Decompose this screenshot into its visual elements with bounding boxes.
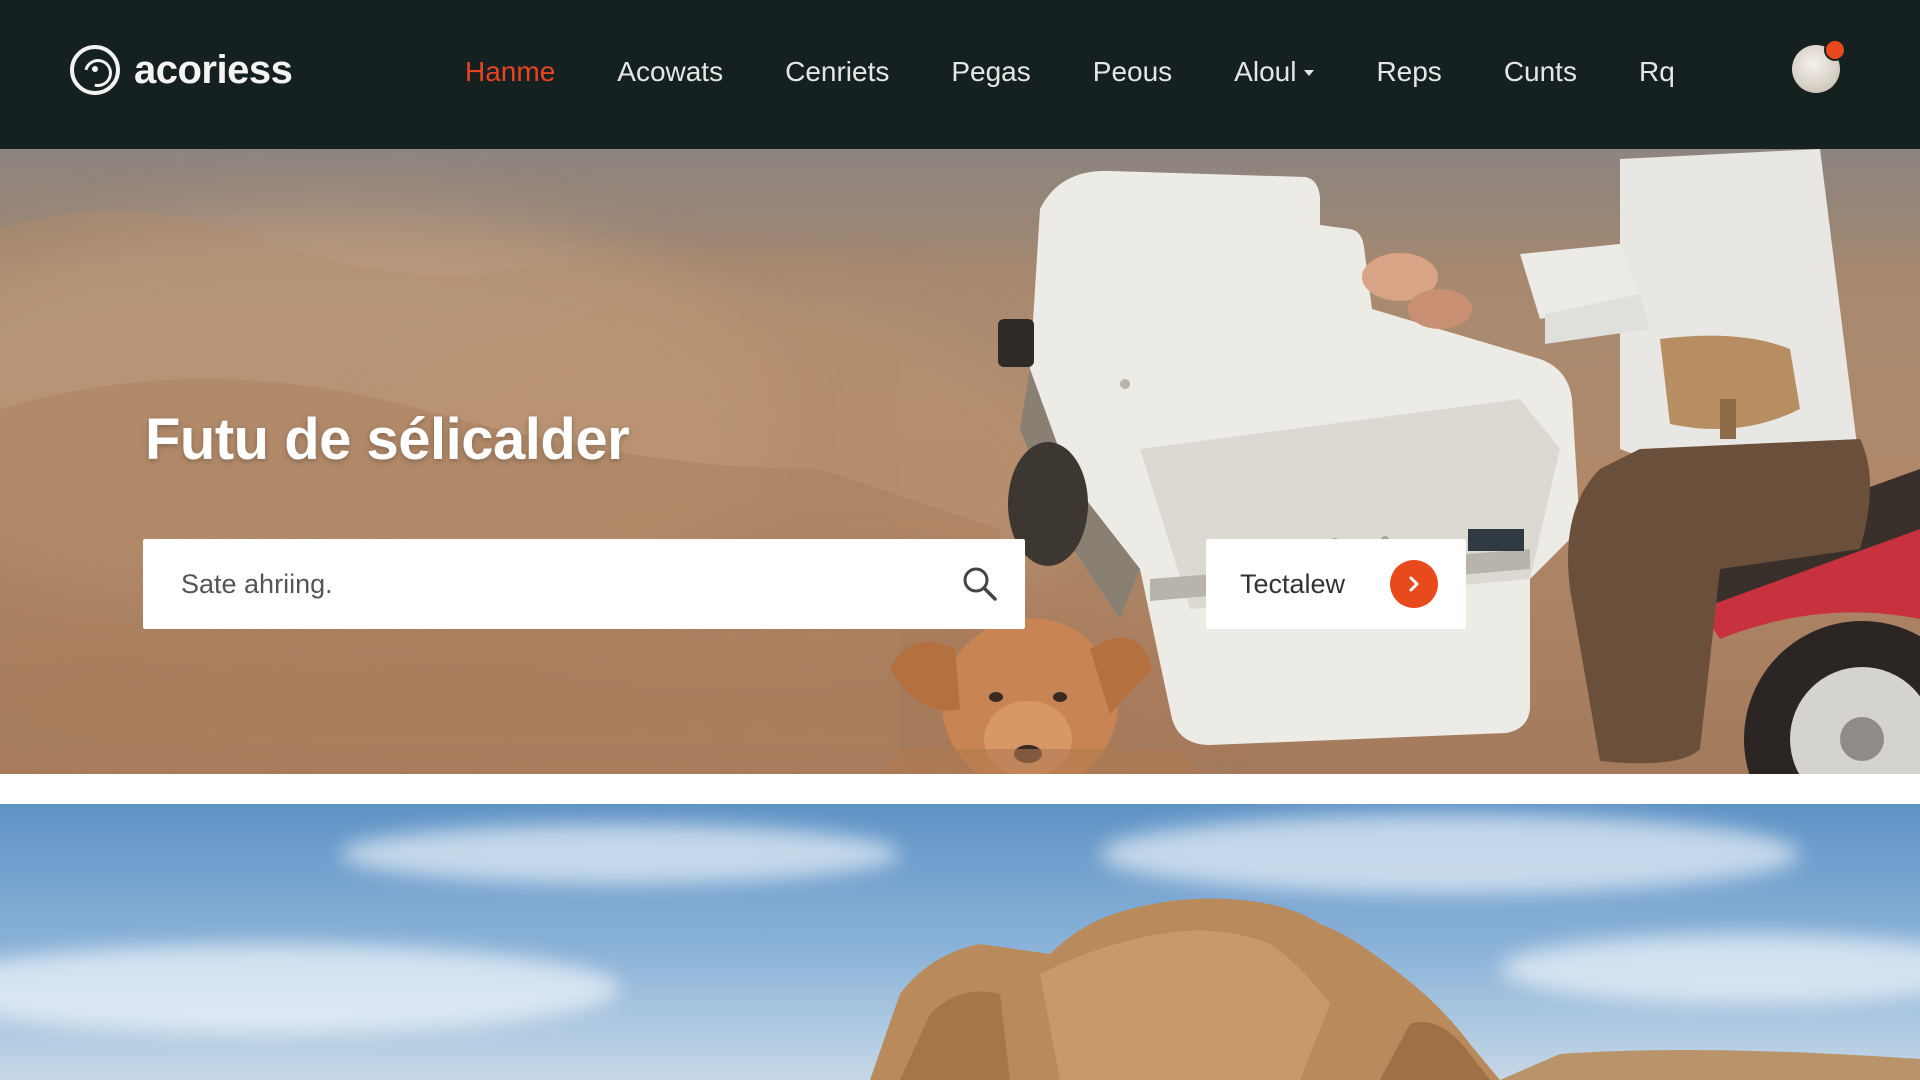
chevron-right-icon [1390,560,1438,608]
nav-item-posts[interactable]: Peous [1093,56,1172,88]
section-divider [0,774,1920,804]
notification-dot-icon [1824,39,1846,61]
chevron-down-icon [1304,70,1315,76]
hero-banner: Futu de sélicalder Tectalew [0,149,1920,774]
top-navbar: acoriess Hanme Acowats Cenriets Pegas Pe… [0,0,1920,149]
circle-logo-icon [70,45,120,95]
cta-label: Tectalew [1240,568,1346,599]
main-nav: Hanme Acowats Cenriets Pegas Peous Aloul… [465,44,1675,100]
hero-title: Futu de sélicalder [145,407,630,472]
cta-button[interactable]: Tectalew [1206,539,1466,629]
nav-item-home[interactable]: Hanme [465,56,555,88]
brand-home-link[interactable]: acoriess [70,42,293,98]
search-input[interactable] [143,539,935,629]
nav-item-contents[interactable]: Cenriets [785,56,889,88]
nav-item-rq[interactable]: Rq [1639,56,1675,88]
user-menu-button[interactable] [1792,39,1846,97]
search-icon[interactable] [935,539,1025,629]
brand-name: acoriess [134,47,293,92]
rock-formation-image [870,898,1920,1080]
nav-item-counts[interactable]: Cunts [1504,56,1577,88]
search-bar [143,539,1025,629]
nav-item-accounts[interactable]: Acowats [617,56,723,88]
nav-item-reps[interactable]: Reps [1376,56,1441,88]
landscape-banner [0,804,1920,1080]
nav-item-about-label: Aloul [1234,56,1297,87]
nav-item-pages[interactable]: Pegas [951,56,1030,88]
nav-item-about-dropdown[interactable]: Aloul [1234,56,1315,88]
